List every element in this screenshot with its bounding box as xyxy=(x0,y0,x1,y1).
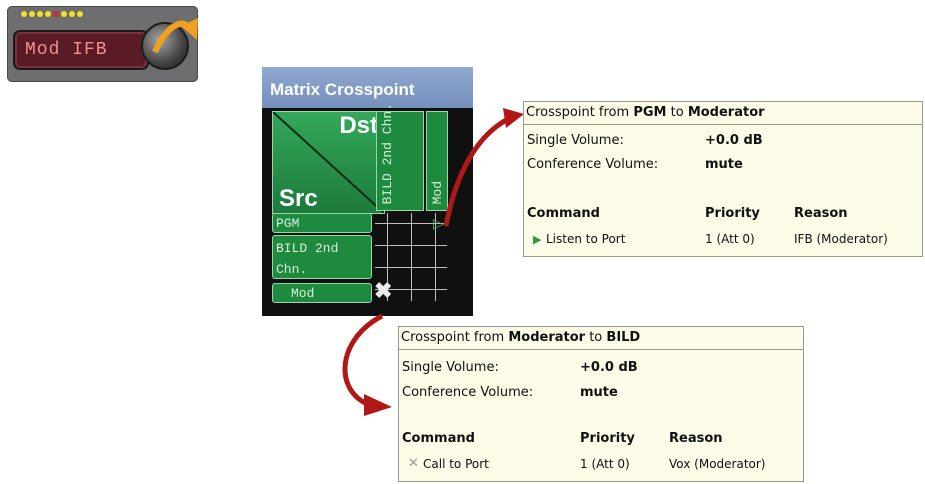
command-header: Command xyxy=(402,431,475,446)
command-header: Command xyxy=(527,206,600,221)
tooltip2-arrowhead-icon xyxy=(364,394,392,416)
command-value: Call to Port xyxy=(423,457,489,471)
reason-header: Reason xyxy=(669,431,723,446)
tooltip-to: Moderator xyxy=(687,105,765,120)
tooltip-header: Crosspoint from Moderator to BILD xyxy=(399,327,803,350)
single-volume-value: +0.0 dB xyxy=(580,360,638,375)
priority-value: 1 (Att 0) xyxy=(705,232,755,246)
crosspoint-tooltip-pgm-moderator: Crosspoint from PGM to Moderator Single … xyxy=(523,101,923,257)
tooltip-to-word: to xyxy=(589,330,603,345)
reason-value: IFB (Moderator) xyxy=(794,232,888,246)
priority-header: Priority xyxy=(580,431,635,446)
tooltip1-arrow-icon xyxy=(443,115,512,227)
reason-value: Vox (Moderator) xyxy=(669,457,766,471)
priority-value: 1 (Att 0) xyxy=(580,457,630,471)
single-volume-label: Single Volume: xyxy=(527,133,624,148)
single-volume-label: Single Volume: xyxy=(402,360,499,375)
crosspoint-tooltip-moderator-bild: Crosspoint from Moderator to BILD Single… xyxy=(398,326,804,482)
tooltip-to-word: to xyxy=(670,105,684,120)
tooltip-prefix: Crosspoint from xyxy=(401,330,505,345)
single-volume-value: +0.0 dB xyxy=(705,133,763,148)
listen-icon: ▶ xyxy=(533,233,542,246)
conference-volume-label: Conference Volume: xyxy=(527,157,659,172)
tooltip-prefix: Crosspoint from xyxy=(526,105,630,120)
call-icon: ✕ xyxy=(408,456,419,471)
tooltip-from: Moderator xyxy=(508,330,586,345)
priority-header: Priority xyxy=(705,206,760,221)
conference-volume-value: mute xyxy=(580,385,618,400)
command-value: Listen to Port xyxy=(546,232,626,246)
reason-header: Reason xyxy=(794,206,848,221)
tooltip-to: BILD xyxy=(606,330,641,345)
tooltip-header: Crosspoint from PGM to Moderator xyxy=(524,102,922,125)
conference-volume-value: mute xyxy=(705,157,743,172)
tooltip1-arrowhead-icon xyxy=(503,108,524,128)
conference-volume-label: Conference Volume: xyxy=(402,385,534,400)
tooltip-from: PGM xyxy=(633,105,667,120)
tooltip2-arrow-icon xyxy=(342,313,384,408)
